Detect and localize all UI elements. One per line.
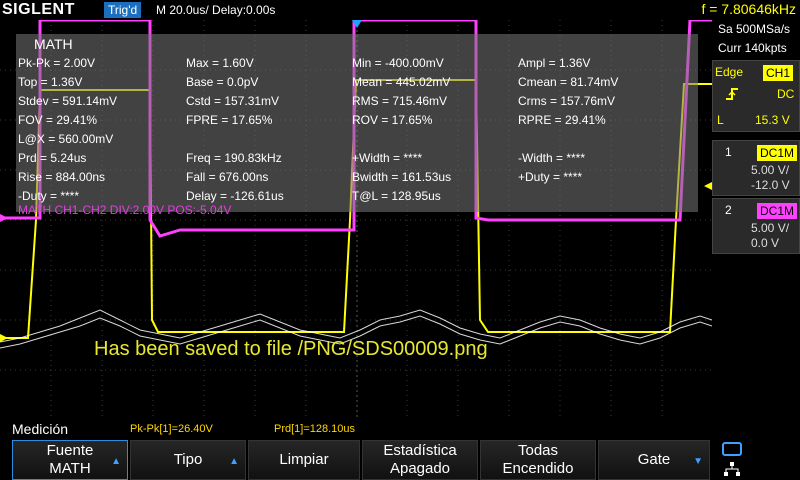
measure-freq: Freq = 190.83kHz (186, 151, 282, 165)
softkey-source[interactable]: Fuente MATH ▲ (12, 440, 128, 480)
softkey-type-label: Tipo (173, 451, 203, 468)
ch2-scale: 5.00 V/ (751, 221, 790, 235)
trigger-status-badge: Trig'd (104, 2, 142, 18)
ch1-offset: -12.0 V (751, 178, 790, 192)
measure-crms: Crms = 157.76mV (518, 94, 616, 108)
ch2-ground-marker (0, 214, 8, 222)
softkey-clear[interactable]: Limpiar (248, 440, 360, 480)
save-notification: Has been saved to file /PNG/SDS00009.png (94, 338, 488, 360)
measure-t-at-l: T@L = 128.95us (352, 189, 441, 203)
brand-logo: SIGLENT (2, 1, 75, 18)
ch1-coupling: DC1M (757, 145, 798, 161)
trigger-type: Edge (715, 65, 744, 79)
softkey-source-label: Fuente (46, 442, 94, 459)
measure-rms: RMS = 715.46mV (352, 94, 448, 108)
measure-max: Max = 1.60V (186, 56, 254, 70)
menu-title: Medición (12, 421, 69, 437)
up-arrow-icon: ▲ (111, 456, 121, 467)
bottom-readout-pkpk: Pk-Pk[1]=26.40V (130, 423, 213, 435)
measure-fov: FOV = 29.41% (18, 113, 98, 127)
ch2-offset: 0.0 V (751, 236, 780, 250)
measure-prd: Prd = 5.24us (18, 151, 87, 165)
measure-delay: Delay = -126.61us (186, 189, 284, 203)
measure-pos-duty: +Duty = **** (518, 170, 583, 184)
softkey-statistics-label: Estadística (383, 442, 457, 459)
measure-base: Base = 0.0pV (186, 75, 259, 89)
trigger-level-label: L (717, 113, 724, 127)
rising-edge-icon (725, 87, 739, 101)
ch2-number: 2 (725, 203, 732, 217)
bottom-readout-prd: Prd[1]=128.10us (274, 423, 356, 435)
measure-stdev: Stdev = 591.14mV (18, 94, 118, 108)
measure-fpre: FPRE = 17.65% (186, 113, 273, 127)
bottom-menu-bar: Medición Pk-Pk[1]=26.40V Prd[1]=128.10us… (0, 418, 800, 480)
ch2-info-box[interactable]: 2 DC1M 5.00 V/ 0.0 V (712, 198, 800, 254)
softkey-all-label: Todas (517, 442, 559, 459)
waveform-display[interactable]: MATH Pk-Pk = 2.00V Max = 1.60V Min = -40… (0, 20, 712, 418)
measure-rpre: RPRE = 29.41% (518, 113, 606, 127)
measurement-panel: MATH Pk-Pk = 2.00V Max = 1.60V Min = -40… (16, 34, 698, 212)
measure-rise: Rise = 884.00ns (18, 170, 106, 184)
sample-rate: Sa 500MSa/s (718, 22, 791, 36)
measure-fall: Fall = 676.00ns (186, 170, 269, 184)
measure-min: Min = -400.00mV (352, 56, 444, 70)
measure-mean: Mean = 445.02mV (352, 75, 451, 89)
ch1-number: 1 (725, 145, 732, 159)
softkey-all[interactable]: Todas Encendido (480, 440, 596, 480)
measure-pk-pk: Pk-Pk = 2.00V (18, 56, 96, 70)
timebase-readout: M 20.0us/ Delay:0.00s (156, 3, 276, 17)
softkey-statistics-value: Apagado (389, 460, 451, 477)
trigger-level: 15.3 V (755, 113, 790, 127)
trigger-coupling: DC (777, 87, 795, 101)
measure-bwidth: Bwidth = 161.53us (352, 170, 452, 184)
down-arrow-icon: ▼ (693, 456, 703, 467)
trigger-source: CH1 (763, 65, 794, 81)
measure-l-at-x: L@X = 560.00mV (18, 132, 114, 146)
top-status-bar: SIGLENT Trig'd M 20.0us/ Delay:0.00s f =… (0, 0, 800, 20)
measure-neg-width: -Width = **** (518, 151, 586, 165)
trigger-info-box[interactable]: Edge CH1 DC L 15.3 V (712, 60, 800, 132)
measure-neg-duty: -Duty = **** (18, 189, 80, 203)
usb-icon (722, 442, 742, 456)
measure-pos-width: +Width = **** (352, 151, 423, 165)
up-arrow-icon: ▲ (229, 456, 239, 467)
ch2-coupling: DC1M (757, 203, 798, 219)
softkey-all-value: Encendido (502, 460, 574, 477)
softkey-clear-label: Limpiar (279, 451, 329, 468)
measure-ampl: Ampl = 1.36V (518, 56, 591, 70)
trigger-level-marker (704, 182, 712, 190)
ch1-info-box[interactable]: 1 DC1M 5.00 V/ -12.0 V (712, 140, 800, 196)
softkey-statistics[interactable]: Estadística Apagado (362, 440, 478, 480)
math-channel-status: MATH CH1-CH2 DIV:2.00V POS:-5.04V (18, 203, 232, 217)
measure-rov: ROV = 17.65% (352, 113, 433, 127)
softkey-gate[interactable]: Gate ▼ (598, 440, 710, 480)
right-info-panel: Sa 500MSa/s Curr 140kpts Edge CH1 DC L 1… (712, 20, 800, 418)
measurement-panel-title: MATH (34, 36, 73, 52)
measure-cmean: Cmean = 81.74mV (518, 75, 619, 89)
softkey-source-value: MATH (49, 460, 91, 477)
frequency-counter: f = 7.80646kHz (701, 1, 796, 17)
memory-depth: Curr 140kpts (718, 41, 787, 55)
softkey-type[interactable]: Tipo ▲ (130, 440, 246, 480)
network-icon (724, 462, 740, 476)
measure-cstd: Cstd = 157.31mV (186, 94, 280, 108)
measure-top: Top = 1.36V (18, 75, 83, 89)
ch1-scale: 5.00 V/ (751, 163, 790, 177)
